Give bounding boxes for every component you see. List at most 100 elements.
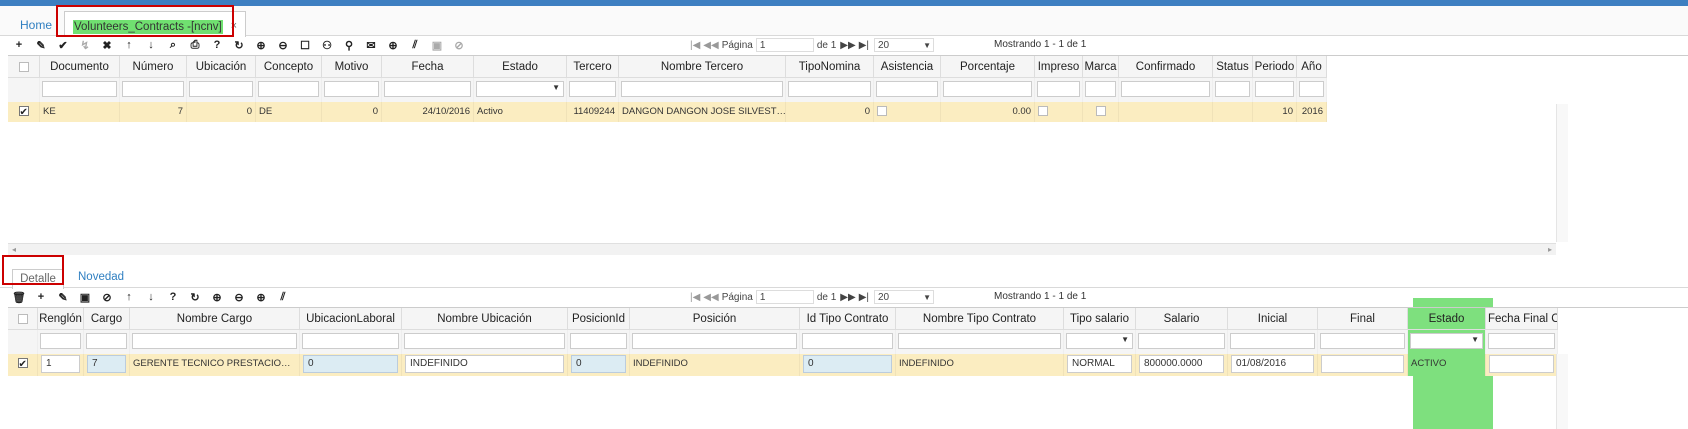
col-header[interactable]: Cargo [84, 308, 130, 330]
impreso-checkbox[interactable] [1038, 106, 1048, 117]
trash-icon[interactable]: 🗑 [8, 291, 30, 304]
last-page-icon[interactable]: ▶| [859, 40, 869, 51]
vertical-scrollbar[interactable] [1556, 104, 1568, 242]
filter-input[interactable] [943, 81, 1032, 97]
prev-page-icon[interactable]: ◀◀ [703, 292, 718, 303]
col-header[interactable]: Status [1213, 56, 1253, 78]
zoom-in-icon[interactable]: ⊕ [206, 291, 228, 304]
filter-input[interactable] [802, 333, 893, 349]
comment-icon[interactable]: ☐ [294, 39, 316, 52]
cell-estado[interactable]: ACTIVO [1408, 354, 1486, 376]
filter-input[interactable] [1215, 81, 1250, 97]
arrow-up-icon[interactable]: ↑ [118, 39, 140, 51]
arrow-down-icon[interactable]: ↓ [140, 39, 162, 51]
refresh-icon[interactable]: ↻ [184, 291, 206, 304]
fecha-final-input[interactable] [1489, 355, 1554, 373]
row-checkbox[interactable] [17, 355, 28, 375]
col-header[interactable]: PosicionId [568, 308, 630, 330]
help-icon[interactable]: ? [206, 39, 228, 51]
col-header[interactable]: Nombre Ubicación [402, 308, 568, 330]
plus-circle-icon[interactable]: ⊕ [250, 291, 272, 304]
col-header[interactable]: Ubicación [187, 56, 256, 78]
col-header[interactable]: Concepto [256, 56, 322, 78]
cell-estado[interactable]: Activo [474, 102, 567, 122]
salario-input[interactable]: 800000.0000 [1139, 355, 1224, 373]
cell-posicion[interactable]: INDEFINIDO [630, 354, 800, 376]
first-page-icon[interactable]: |◀ [690, 292, 700, 303]
filter-input[interactable] [122, 81, 184, 97]
scroll-right-icon[interactable]: ▸ [1548, 245, 1552, 254]
col-header[interactable]: Motivo [322, 56, 382, 78]
col-header[interactable]: Tipo salario [1064, 308, 1136, 330]
id-tipo-contrato-input[interactable]: 0 [803, 355, 892, 373]
cell-tercero[interactable]: 11409244 [567, 102, 619, 122]
filter-select[interactable] [1066, 333, 1133, 349]
filter-input[interactable] [1320, 333, 1405, 349]
add-icon[interactable]: + [8, 39, 30, 51]
refresh-icon[interactable]: ↻ [228, 39, 250, 52]
nombre-ubicacion-input[interactable]: INDEFINIDO [405, 355, 564, 373]
col-header[interactable]: Renglón [38, 308, 84, 330]
table-row[interactable]: KE 7 0 DE 0 24/10/2016 Activo 11409244 D… [8, 102, 1327, 122]
col-header[interactable]: Fecha [382, 56, 474, 78]
page-size-select[interactable]: 20 [873, 38, 934, 52]
filter-input[interactable] [570, 333, 627, 349]
col-header[interactable]: Nombre Tercero [619, 56, 786, 78]
filter-input[interactable] [1488, 333, 1555, 349]
col-header[interactable]: Nombre Tipo Contrato [896, 308, 1064, 330]
tipo-salario-select[interactable]: NORMAL [1067, 355, 1132, 373]
arrow-up-icon[interactable]: ↑ [118, 291, 140, 303]
filter-input[interactable] [569, 81, 616, 97]
check-icon[interactable]: ✔ [52, 39, 74, 52]
next-page-icon[interactable]: ▶▶ [840, 40, 855, 51]
cell-status[interactable] [1213, 102, 1253, 122]
filter-input[interactable] [324, 81, 379, 97]
col-header[interactable]: Documento [40, 56, 120, 78]
inicial-date-input[interactable]: 01/08/2016 [1231, 355, 1314, 373]
plus-circle-icon[interactable]: ⊕ [382, 39, 404, 52]
filter-input[interactable] [1230, 333, 1315, 349]
add-icon[interactable]: + [30, 291, 52, 303]
cell-tiponomina[interactable]: 0 [786, 102, 874, 122]
filter-select[interactable] [476, 81, 564, 97]
page-input[interactable]: 1 [755, 38, 814, 52]
table-row[interactable]: 1 7 GERENTE TECNICO PRESTACIO… 0 INDEFIN… [8, 354, 1558, 376]
posicion-id-input[interactable]: 0 [571, 355, 626, 373]
row-checkbox[interactable] [18, 103, 29, 122]
help-icon[interactable]: ? [162, 291, 184, 303]
next-page-icon[interactable]: ▶▶ [840, 292, 855, 303]
filter-input[interactable] [86, 333, 127, 349]
cell-fecha[interactable]: 24/10/2016 [382, 102, 474, 122]
col-header[interactable]: Porcentaje [941, 56, 1035, 78]
print-icon[interactable]: ⎙ [184, 39, 206, 52]
final-date-input[interactable] [1321, 355, 1404, 373]
delete-icon[interactable]: ✖ [96, 39, 118, 52]
filter-input[interactable] [42, 81, 117, 97]
col-header[interactable]: Número [120, 56, 187, 78]
last-page-icon[interactable]: ▶| [859, 292, 869, 303]
filter-select[interactable] [1410, 333, 1483, 349]
filter-input[interactable] [404, 333, 565, 349]
tab-novedad[interactable]: Novedad [78, 271, 124, 283]
select-all-checkbox[interactable] [17, 313, 28, 324]
zoom-in-icon[interactable]: ⊕ [250, 39, 272, 52]
col-header[interactable]: Inicial [1228, 308, 1318, 330]
cell-concepto[interactable]: DE [256, 102, 322, 122]
cell-documento[interactable]: KE [40, 102, 120, 122]
cell-porcentaje[interactable]: 0.00 [941, 102, 1035, 122]
col-header[interactable]: Fecha Final Co [1486, 308, 1558, 330]
col-header[interactable]: Posición [630, 308, 800, 330]
col-header[interactable]: UbicacionLaboral [300, 308, 402, 330]
cancel-icon[interactable]: ⊘ [96, 291, 118, 304]
col-header[interactable]: TipoNomina [786, 56, 874, 78]
col-header[interactable]: Periodo [1253, 56, 1297, 78]
marca-checkbox[interactable] [1095, 106, 1106, 117]
edit-icon[interactable]: ✎ [52, 291, 74, 304]
zoom-out-icon[interactable]: ⊖ [272, 39, 294, 52]
col-header[interactable]: Id Tipo Contrato [800, 308, 896, 330]
cell-nombre-tipo-contrato[interactable]: INDEFINIDO [896, 354, 1064, 376]
col-header[interactable]: Confirmado [1119, 56, 1213, 78]
col-header[interactable]: Asistencia [874, 56, 941, 78]
filter-input[interactable] [1138, 333, 1225, 349]
filter-input[interactable] [1299, 81, 1324, 97]
